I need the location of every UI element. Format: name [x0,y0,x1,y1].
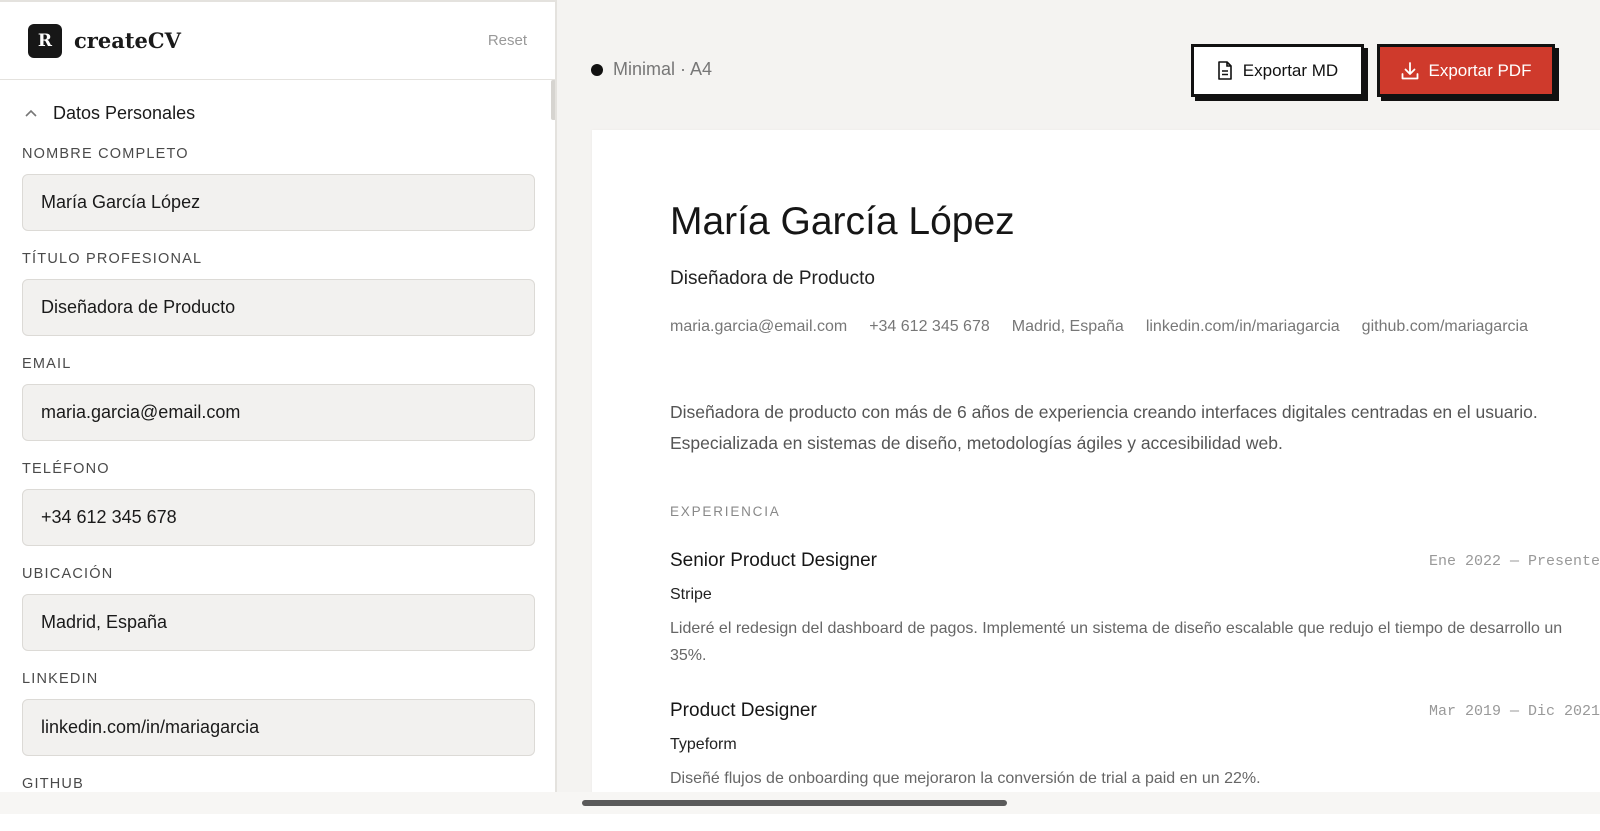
cv-contact-location: Madrid, España [1011,318,1124,335]
home-indicator[interactable] [582,800,1007,806]
job-company: Stripe [670,586,712,603]
linkedin-input[interactable] [22,699,535,756]
job-description: Diseñé flujos de onboarding que mejoraro… [670,770,1261,787]
cv-contact-github: github.com/mariagarcia [1361,318,1528,335]
file-icon [1217,61,1232,80]
job-description: Lideré el redesign del dashboard de pago… [670,620,1563,664]
section-title: Datos Personales [53,102,196,123]
editor-scrollbar[interactable] [551,80,555,120]
nombre-input[interactable] [22,174,535,231]
section-toggle-datos-personales[interactable]: Datos Personales [0,80,555,146]
field-label-ubicacion: UBICACIÓN [22,566,114,582]
field-label-telefono: TELÉFONO [22,461,110,477]
template-label: Minimal · A4 [613,59,713,79]
cv-title: Diseñadora de Producto [670,268,875,289]
personal-data-fields: NOMBRE COMPLETO TÍTULO PROFESIONAL EMAIL… [0,146,555,794]
cv-contacts: maria.garcia@email.com +34 612 345 678 M… [670,318,1550,336]
cv-experience-item: Product Designer Mar 2019 — Dic 2021 Typ… [670,700,1600,792]
cv-experience-item: Senior Product Designer Ene 2022 — Prese… [670,550,1600,669]
telefono-input[interactable] [22,489,535,546]
cv-contact-email: maria.garcia@email.com [670,318,848,335]
ubicacion-input[interactable] [22,594,535,651]
export-pdf-label: Exportar PDF [1428,60,1532,80]
export-md-label: Exportar MD [1242,60,1339,80]
cv-contact-phone: +34 612 345 678 [869,318,990,335]
email-input[interactable] [22,384,535,441]
cv-contact-linkedin: linkedin.com/in/mariagarcia [1145,318,1340,335]
field-label-email: EMAIL [22,356,72,372]
field-label-linkedin: LINKEDIN [22,671,99,687]
reset-button[interactable]: Reset [488,32,527,49]
bottom-safe-area [0,814,1600,831]
field-label-nombre: NOMBRE COMPLETO [22,146,189,162]
cv-name: María García López [670,200,1015,243]
job-date: Ene 2022 — Presente [1428,553,1600,570]
chevron-up-icon [24,106,38,120]
export-pdf-button[interactable]: Exportar PDF [1377,44,1555,97]
job-date: Mar 2019 — Dic 2021 [1428,703,1600,720]
brand-bar: R createCV Reset [0,2,555,80]
template-indicator: Minimal · A4 [591,59,712,80]
titulo-input[interactable] [22,279,535,336]
cv-section-label-experiencia: EXPERIENCIA [670,504,781,519]
cv-summary: Diseñadora de producto con más de 6 años… [670,402,1538,453]
app-name: createCV [74,28,181,53]
editor-panel: R createCV Reset Datos Personales NOMBRE… [0,0,557,831]
status-dot-icon [591,63,603,76]
app-logo: R [28,23,62,58]
job-company: Typeform [670,736,737,753]
preview-area: Minimal · A4 Exportar MD Exportar PDF Ma… [559,2,1600,831]
field-label-titulo: TÍTULO PROFESIONAL [22,251,203,267]
export-md-button[interactable]: Exportar MD [1191,44,1364,97]
cv-paper: María García López Diseñadora de Product… [592,130,1600,831]
download-icon [1401,61,1418,79]
